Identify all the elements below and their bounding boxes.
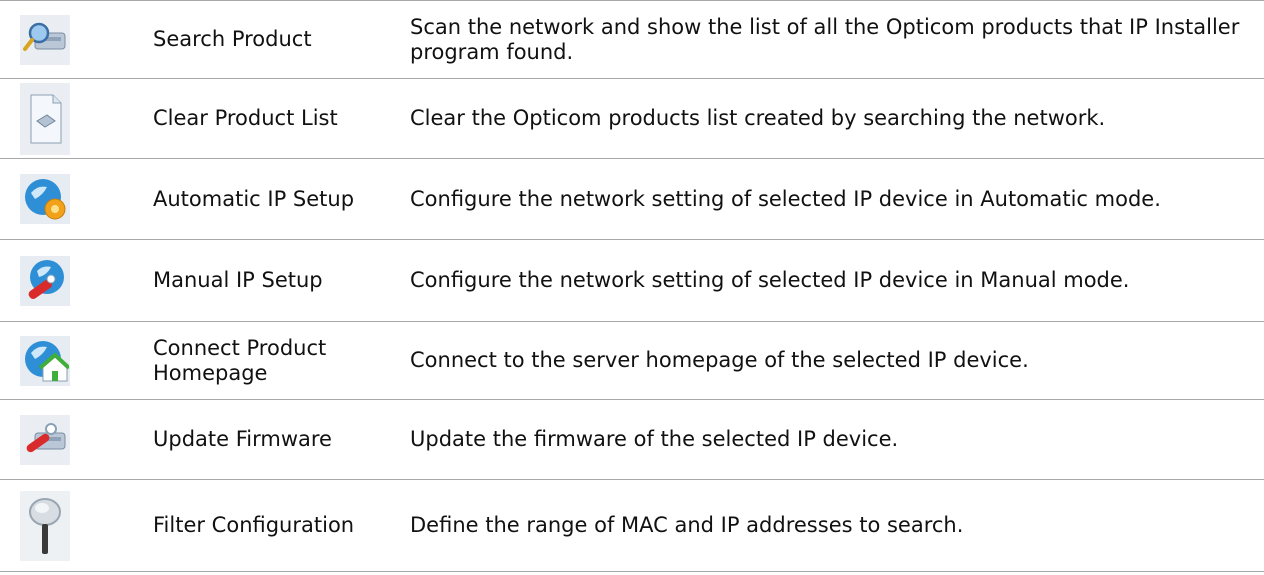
icon-cell [0,14,140,65]
connect-homepage-icon [20,335,70,386]
function-description: Clear the Opticom products list created … [410,106,1106,130]
function-description: Configure the network setting of selecte… [410,186,1161,211]
function-description: Define the range of MAC and IP addresses… [410,513,964,537]
table-row: Connect Product Homepage Connect to the … [0,321,1264,399]
icon-cell [0,490,140,561]
table-row: Search Product Scan the network and show… [0,0,1264,78]
function-description: Connect to the server homepage of the se… [410,348,1029,372]
function-name: Automatic IP Setup [153,186,355,211]
table-row: Update Firmware Update the firmware of t… [0,399,1264,479]
function-description: Configure the network setting of selecte… [410,268,1130,292]
table-row: Manual IP Setup Configure the network se… [0,239,1264,321]
magnifier-icon [20,490,70,561]
function-name: Update Firmware [153,427,332,451]
clear-list-icon [20,82,70,155]
table-row: Clear Product List Clear the Opticom pro… [0,78,1264,158]
function-name: Filter Configuration [153,513,355,537]
search-product-icon [20,14,70,65]
function-description: Scan the network and show the list of al… [410,14,1240,64]
function-table: Search Product Scan the network and show… [0,0,1264,572]
table-row: Automatic IP Setup Configure the network… [0,158,1264,239]
icon-cell [0,414,140,465]
icon-cell [0,82,140,155]
function-description: Update the firmware of the selected IP d… [410,427,899,451]
function-name: Clear Product List [153,106,338,130]
icon-cell [0,174,140,224]
icon-cell [0,335,140,386]
update-firmware-icon [20,414,70,465]
function-name: Search Product [153,27,312,51]
automatic-ip-setup-icon [20,174,70,224]
manual-ip-setup-icon [20,255,70,306]
function-name: Connect Product Homepage [153,335,327,385]
table-row: Filter Configuration Define the range of… [0,479,1264,572]
function-name: Manual IP Setup [153,268,323,292]
icon-cell [0,255,140,306]
